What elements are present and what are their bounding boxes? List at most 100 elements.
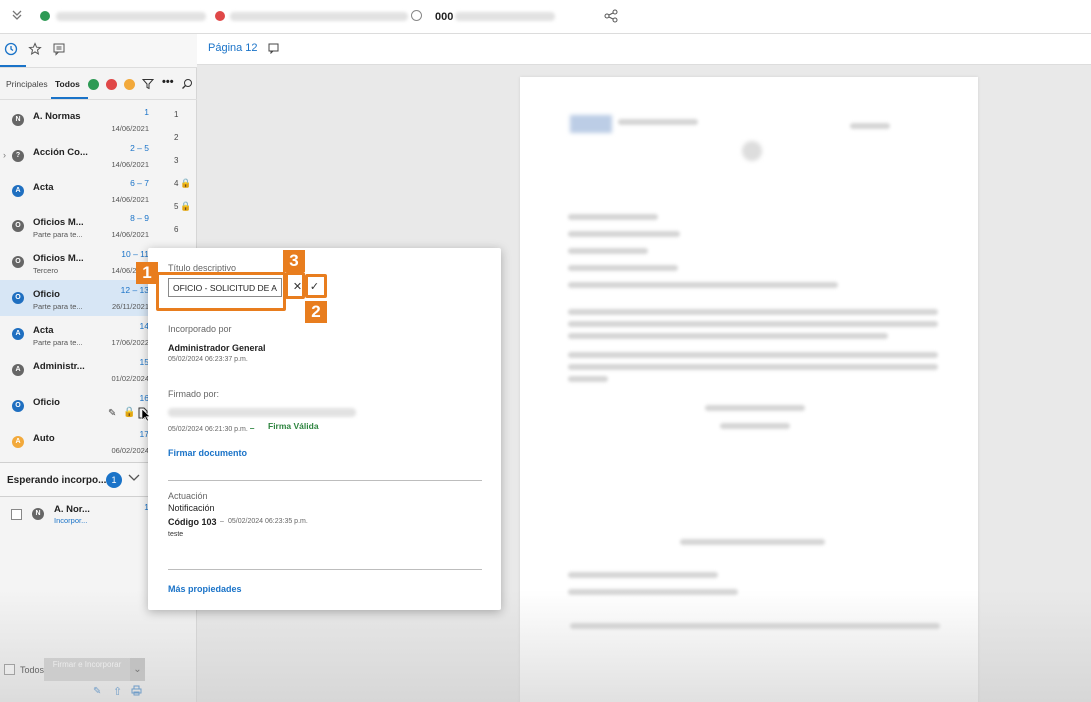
list-item[interactable]: A Administr... 15 01/02/2024 xyxy=(0,352,154,388)
document-title: Administr... xyxy=(33,361,85,372)
list-item[interactable]: N A. Normas 1 14/06/2021 xyxy=(0,102,154,138)
tab-todos[interactable]: Todos xyxy=(51,79,88,99)
page-number[interactable]: 5 xyxy=(174,202,178,211)
page-number[interactable]: 3 xyxy=(174,156,178,165)
document-date: 14/06/2021 xyxy=(111,230,149,239)
document-type-icon: ? xyxy=(12,150,24,162)
actuacion-type: Notificación xyxy=(168,503,215,513)
edit-icon[interactable]: ✎ xyxy=(93,686,101,697)
top-bar: 000 xyxy=(0,0,1091,34)
document-pages[interactable]: 12 – 13 xyxy=(121,285,149,295)
list-item[interactable]: A Acta 6 – 7 14/06/2021 xyxy=(0,173,154,209)
page-number[interactable]: 6 xyxy=(174,225,178,234)
comment-icon[interactable] xyxy=(52,42,68,58)
letterhead-logo xyxy=(570,115,612,133)
document-title: Oficio xyxy=(33,397,60,408)
remove-icon[interactable] xyxy=(215,11,225,21)
document-date: 06/02/2024 xyxy=(111,446,149,455)
more-icon[interactable]: ••• xyxy=(162,76,174,88)
actuacion-label: Actuación xyxy=(168,491,208,501)
lock-icon: 🔒 xyxy=(180,201,192,211)
chevron-down-icon[interactable] xyxy=(128,471,140,486)
document-date: 14/06/2021 xyxy=(111,124,149,133)
divider xyxy=(168,480,482,481)
list-item[interactable]: O Oficios M... Tercero 10 – 11 14/06/202… xyxy=(0,244,154,280)
content-header: Página 12 xyxy=(197,34,1091,65)
document-pages[interactable]: 8 – 9 xyxy=(130,213,149,223)
upload-icon[interactable]: ⇧ xyxy=(113,685,122,698)
document-type-icon: A xyxy=(12,185,24,197)
document-pages[interactable]: 1 xyxy=(144,107,149,117)
document-page xyxy=(520,77,978,702)
tab-principales[interactable]: Principales xyxy=(6,79,48,89)
filter-row: Principales Todos ••• xyxy=(0,68,197,100)
seal xyxy=(742,141,762,161)
waiting-item-title: A. Nor... xyxy=(54,504,90,515)
sign-options-dropdown[interactable]: ⌄ xyxy=(130,658,145,681)
divider xyxy=(168,569,482,570)
document-title: Auto xyxy=(33,433,55,444)
expand-arrow-icon[interactable]: › xyxy=(3,150,6,160)
add-icon[interactable] xyxy=(40,11,50,21)
signed-date: 05/02/2024 06:21:30 p.m. – xyxy=(168,423,255,433)
list-item[interactable]: O Oficios M... Parte para te... 8 – 9 14… xyxy=(0,208,154,244)
page-number[interactable]: 2 xyxy=(174,133,178,142)
print-icon[interactable] xyxy=(131,685,142,699)
list-item-selected[interactable]: O Oficio Parte para te... 12 – 13 26/11/… xyxy=(0,280,154,316)
incorporated-date: 05/02/2024 06:23:37 p.m. xyxy=(168,356,248,363)
document-type-icon: O xyxy=(12,220,24,232)
page-number[interactable]: 4 xyxy=(174,179,178,188)
edit-document-icon[interactable]: ✎ xyxy=(108,408,116,419)
pending-icon[interactable] xyxy=(124,79,135,90)
panel-icon-tabs xyxy=(0,34,197,68)
comment-icon[interactable] xyxy=(268,43,279,57)
more-properties-link[interactable]: Más propiedades xyxy=(168,584,242,594)
actuacion-date: 05/02/2024 06:23:35 p.m. xyxy=(228,518,308,525)
doc-number: 000 xyxy=(435,11,454,23)
sign-document-link[interactable]: Firmar documento xyxy=(168,448,247,458)
document-type-icon: O xyxy=(12,256,24,268)
add-document-icon[interactable] xyxy=(88,79,99,90)
document-title: Acta xyxy=(33,182,54,193)
document-date: 14/06/2021 xyxy=(111,160,149,169)
info-icon[interactable] xyxy=(411,10,422,21)
collapse-chevron-icon[interactable] xyxy=(11,9,25,23)
filter-icon[interactable] xyxy=(141,78,155,93)
blurred-text xyxy=(56,12,206,21)
clock-icon[interactable] xyxy=(0,42,26,67)
search-icon[interactable] xyxy=(181,78,193,93)
incorporated-by: Administrador General xyxy=(168,343,266,353)
sign-and-incorporate-button[interactable]: Firmar e Incorporar xyxy=(44,658,130,681)
page-label: Página 12 xyxy=(208,42,258,54)
document-pages[interactable]: 6 – 7 xyxy=(130,178,149,188)
list-item[interactable]: A Acta Parte para te... 14 17/06/2022 xyxy=(0,316,154,352)
document-pages[interactable]: 10 – 11 xyxy=(121,249,149,259)
blurred-text xyxy=(455,12,555,21)
share-icon[interactable] xyxy=(604,9,618,26)
document-title: Acta xyxy=(33,325,54,336)
waiting-item-checkbox[interactable] xyxy=(11,509,22,520)
signed-label: Firmado por: xyxy=(168,389,220,399)
document-date: 14/06/2021 xyxy=(111,195,149,204)
waiting-count-badge: 1 xyxy=(106,472,122,488)
list-item[interactable]: A Auto 17 06/02/2024 xyxy=(0,424,154,460)
actuacion-code: Código 103 xyxy=(168,517,217,527)
page-number[interactable]: 1 xyxy=(174,110,178,119)
document-pages[interactable]: 2 – 5 xyxy=(130,143,149,153)
blurred-text xyxy=(230,12,408,21)
list-item[interactable]: O Oficio 16 ✎ 🔒 xyxy=(0,388,154,424)
lock-icon[interactable]: 🔒 xyxy=(123,407,135,418)
document-type-icon: A xyxy=(12,436,24,448)
document-date: 01/02/2024 xyxy=(111,374,149,383)
document-type-icon: A xyxy=(12,328,24,340)
document-date: 17/06/2022 xyxy=(111,338,149,347)
list-item[interactable]: › ? Acción Co... 2 – 5 14/06/2021 xyxy=(0,138,154,174)
signer-name xyxy=(168,408,356,417)
star-icon[interactable] xyxy=(28,42,44,58)
select-all-checkbox[interactable] xyxy=(4,664,15,675)
highlight-box-confirm xyxy=(305,274,327,298)
document-title: A. Normas xyxy=(33,111,81,122)
remove-document-icon[interactable] xyxy=(106,79,117,90)
left-footer: Todos Firmar e Incorporar ⌄ ✎ ⇧ xyxy=(0,644,197,702)
document-type-icon: N xyxy=(12,114,24,126)
